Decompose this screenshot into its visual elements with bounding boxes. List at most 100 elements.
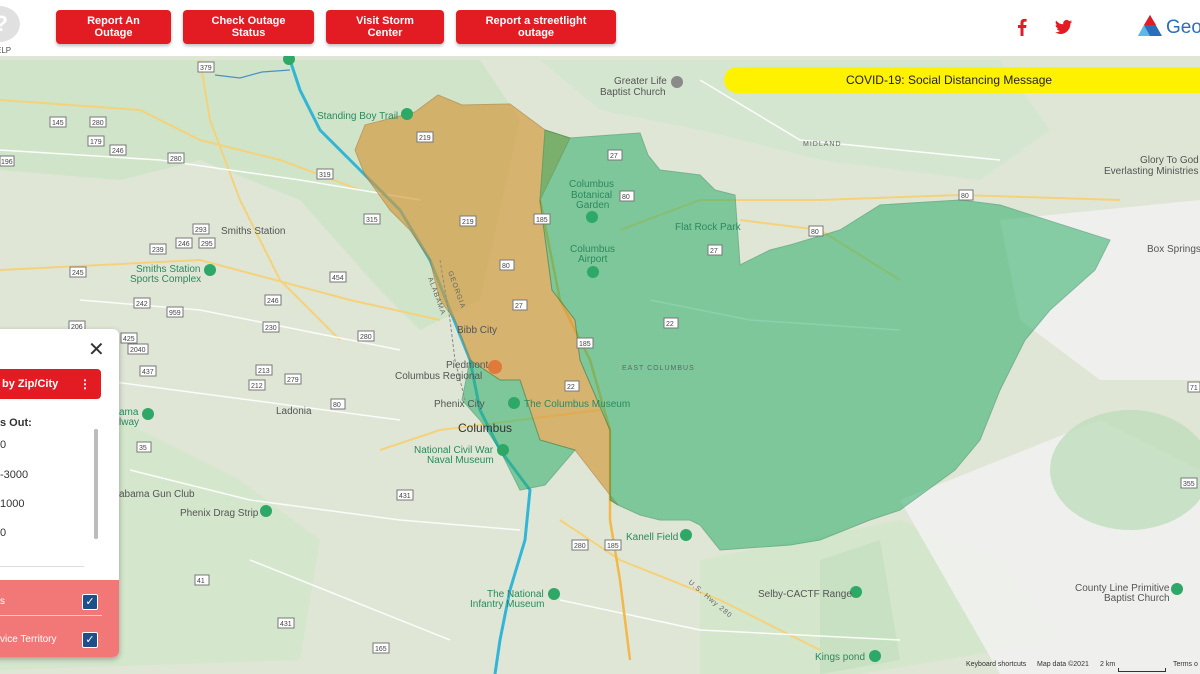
route-shield: 379 (197, 61, 215, 73)
map-label: Standing Boy Trail (317, 111, 398, 122)
route-shield: 80 (499, 259, 515, 271)
route-shield: 165 (372, 642, 390, 654)
kanell-field-pin-icon (680, 529, 692, 541)
filter-by-zip-city-button[interactable]: by Zip/City ⋮ (0, 369, 101, 399)
map-label: Naval Museum (427, 455, 494, 466)
map-label: Baptist Church (1104, 593, 1170, 604)
route-shield: 80 (958, 189, 974, 201)
route-shield: 185 (604, 539, 622, 551)
company-logo[interactable]: Geo (1136, 12, 1200, 44)
svg-text:239: 239 (152, 247, 164, 254)
map-label: Smiths Station (221, 226, 285, 237)
svg-text:279: 279 (287, 377, 299, 384)
outages-checkbox[interactable]: ✓ (82, 594, 98, 610)
svg-text:27: 27 (610, 153, 618, 160)
map-label: Airport (578, 254, 608, 265)
svg-text:437: 437 (142, 369, 154, 376)
naval-museum-pin-icon (497, 444, 509, 456)
route-shield: 185 (576, 337, 594, 349)
legend-title: s Out: (0, 417, 32, 429)
church-pin-icon (1171, 583, 1183, 595)
svg-text:425: 425 (123, 336, 135, 343)
route-shield: 437 (139, 365, 157, 377)
map-label: Phenix Drag Strip (180, 508, 259, 519)
map-label: Piedmont (446, 360, 488, 371)
top-bar: ? ELP Report An Outage Check Outage Stat… (0, 0, 1200, 56)
route-shield: 27 (512, 299, 528, 311)
map-data-attribution: Map data ©2021 (1037, 661, 1089, 668)
svg-text:41: 41 (197, 578, 205, 585)
route-shield: 35 (136, 441, 152, 453)
map-label: Kings pond (815, 652, 865, 663)
map-label: Everlasting Ministries (1104, 166, 1198, 177)
legend-item: 1000 (0, 498, 25, 510)
check-outage-status-button[interactable]: Check Outage Status (183, 10, 314, 44)
covid-banner[interactable]: COVID-19: Social Distancing Message (724, 67, 1200, 93)
report-streetlight-outage-button[interactable]: Report a streetlight outage (456, 10, 616, 44)
layer-row-service-territory[interactable]: vice Territory ✓ (0, 626, 119, 656)
divider (0, 566, 84, 567)
route-shield: 431 (277, 617, 295, 629)
service-territory-checkbox[interactable]: ✓ (82, 632, 98, 648)
route-shield: 179 (87, 135, 105, 147)
svg-text:454: 454 (332, 275, 344, 282)
route-shield: 280 (89, 116, 107, 128)
svg-text:379: 379 (200, 65, 212, 72)
map-label: The Columbus Museum (524, 399, 630, 410)
help-icon: ? (0, 6, 20, 42)
route-shield: 22 (663, 317, 679, 329)
map-label: Greater Life (614, 76, 667, 87)
help-button[interactable]: ? ELP (0, 6, 22, 55)
map-label: Selby-CACTF Range (758, 589, 852, 600)
route-shield: 219 (459, 215, 477, 227)
terms-link[interactable]: Terms o (1173, 661, 1198, 668)
legend-item: -3000 (0, 469, 29, 481)
visit-storm-center-button[interactable]: Visit Storm Center (326, 10, 444, 44)
map-canvas[interactable]: Standing Boy Trail Greater Life Baptist … (0, 56, 1200, 674)
layer-label: vice Territory (0, 634, 57, 645)
more-vert-icon[interactable]: ⋮ (79, 369, 91, 399)
route-shield: 41 (194, 574, 210, 586)
route-shield: 71 (1187, 381, 1200, 393)
report-outage-button[interactable]: Report An Outage (56, 10, 171, 44)
route-shield: 315 (363, 213, 381, 225)
svg-text:230: 230 (265, 325, 277, 332)
svg-text:246: 246 (112, 148, 124, 155)
keyboard-shortcuts-link[interactable]: Keyboard shortcuts (966, 661, 1026, 668)
svg-text:431: 431 (280, 621, 292, 628)
route-shield: 295 (198, 237, 216, 249)
svg-text:22: 22 (666, 321, 674, 328)
layer-row-outages[interactable]: s ✓ (0, 588, 119, 618)
route-shield: 279 (284, 373, 302, 385)
route-shield: 280 (357, 330, 375, 342)
map-label: Flat Rock Park (675, 222, 742, 233)
svg-text:959: 959 (169, 310, 181, 317)
layer-toggles: s ✓ vice Territory ✓ (0, 580, 119, 657)
route-shield: 280 (571, 539, 589, 551)
filter-label: by Zip/City (2, 378, 59, 390)
map-label: Glory To God (1140, 155, 1199, 166)
map-label: Columbus (569, 179, 614, 190)
twitter-icon[interactable] (1052, 16, 1074, 38)
facebook-icon[interactable] (1011, 16, 1033, 38)
panel-scrollbar[interactable] (94, 429, 98, 539)
outage-map[interactable]: Standing Boy Trail Greater Life Baptist … (0, 56, 1200, 674)
svg-text:219: 219 (419, 135, 431, 142)
map-label: Bibb City (457, 325, 497, 336)
map-label: abama Gun Club (119, 489, 195, 500)
svg-text:213: 213 (258, 368, 270, 375)
svg-text:80: 80 (333, 402, 341, 409)
svg-text:280: 280 (360, 334, 372, 341)
route-shield: 196 (0, 155, 15, 167)
svg-text:246: 246 (178, 241, 190, 248)
route-shield: 213 (255, 364, 273, 376)
close-icon[interactable]: ✕ (88, 337, 105, 362)
svg-text:245: 245 (72, 270, 84, 277)
svg-text:293: 293 (195, 227, 207, 234)
help-label: ELP (0, 46, 12, 55)
hospital-pin-icon (488, 360, 502, 374)
church-pin-icon (671, 76, 683, 88)
svg-text:80: 80 (961, 193, 969, 200)
route-shield: 425 (120, 332, 138, 344)
logo-text: Geo (1166, 17, 1200, 38)
